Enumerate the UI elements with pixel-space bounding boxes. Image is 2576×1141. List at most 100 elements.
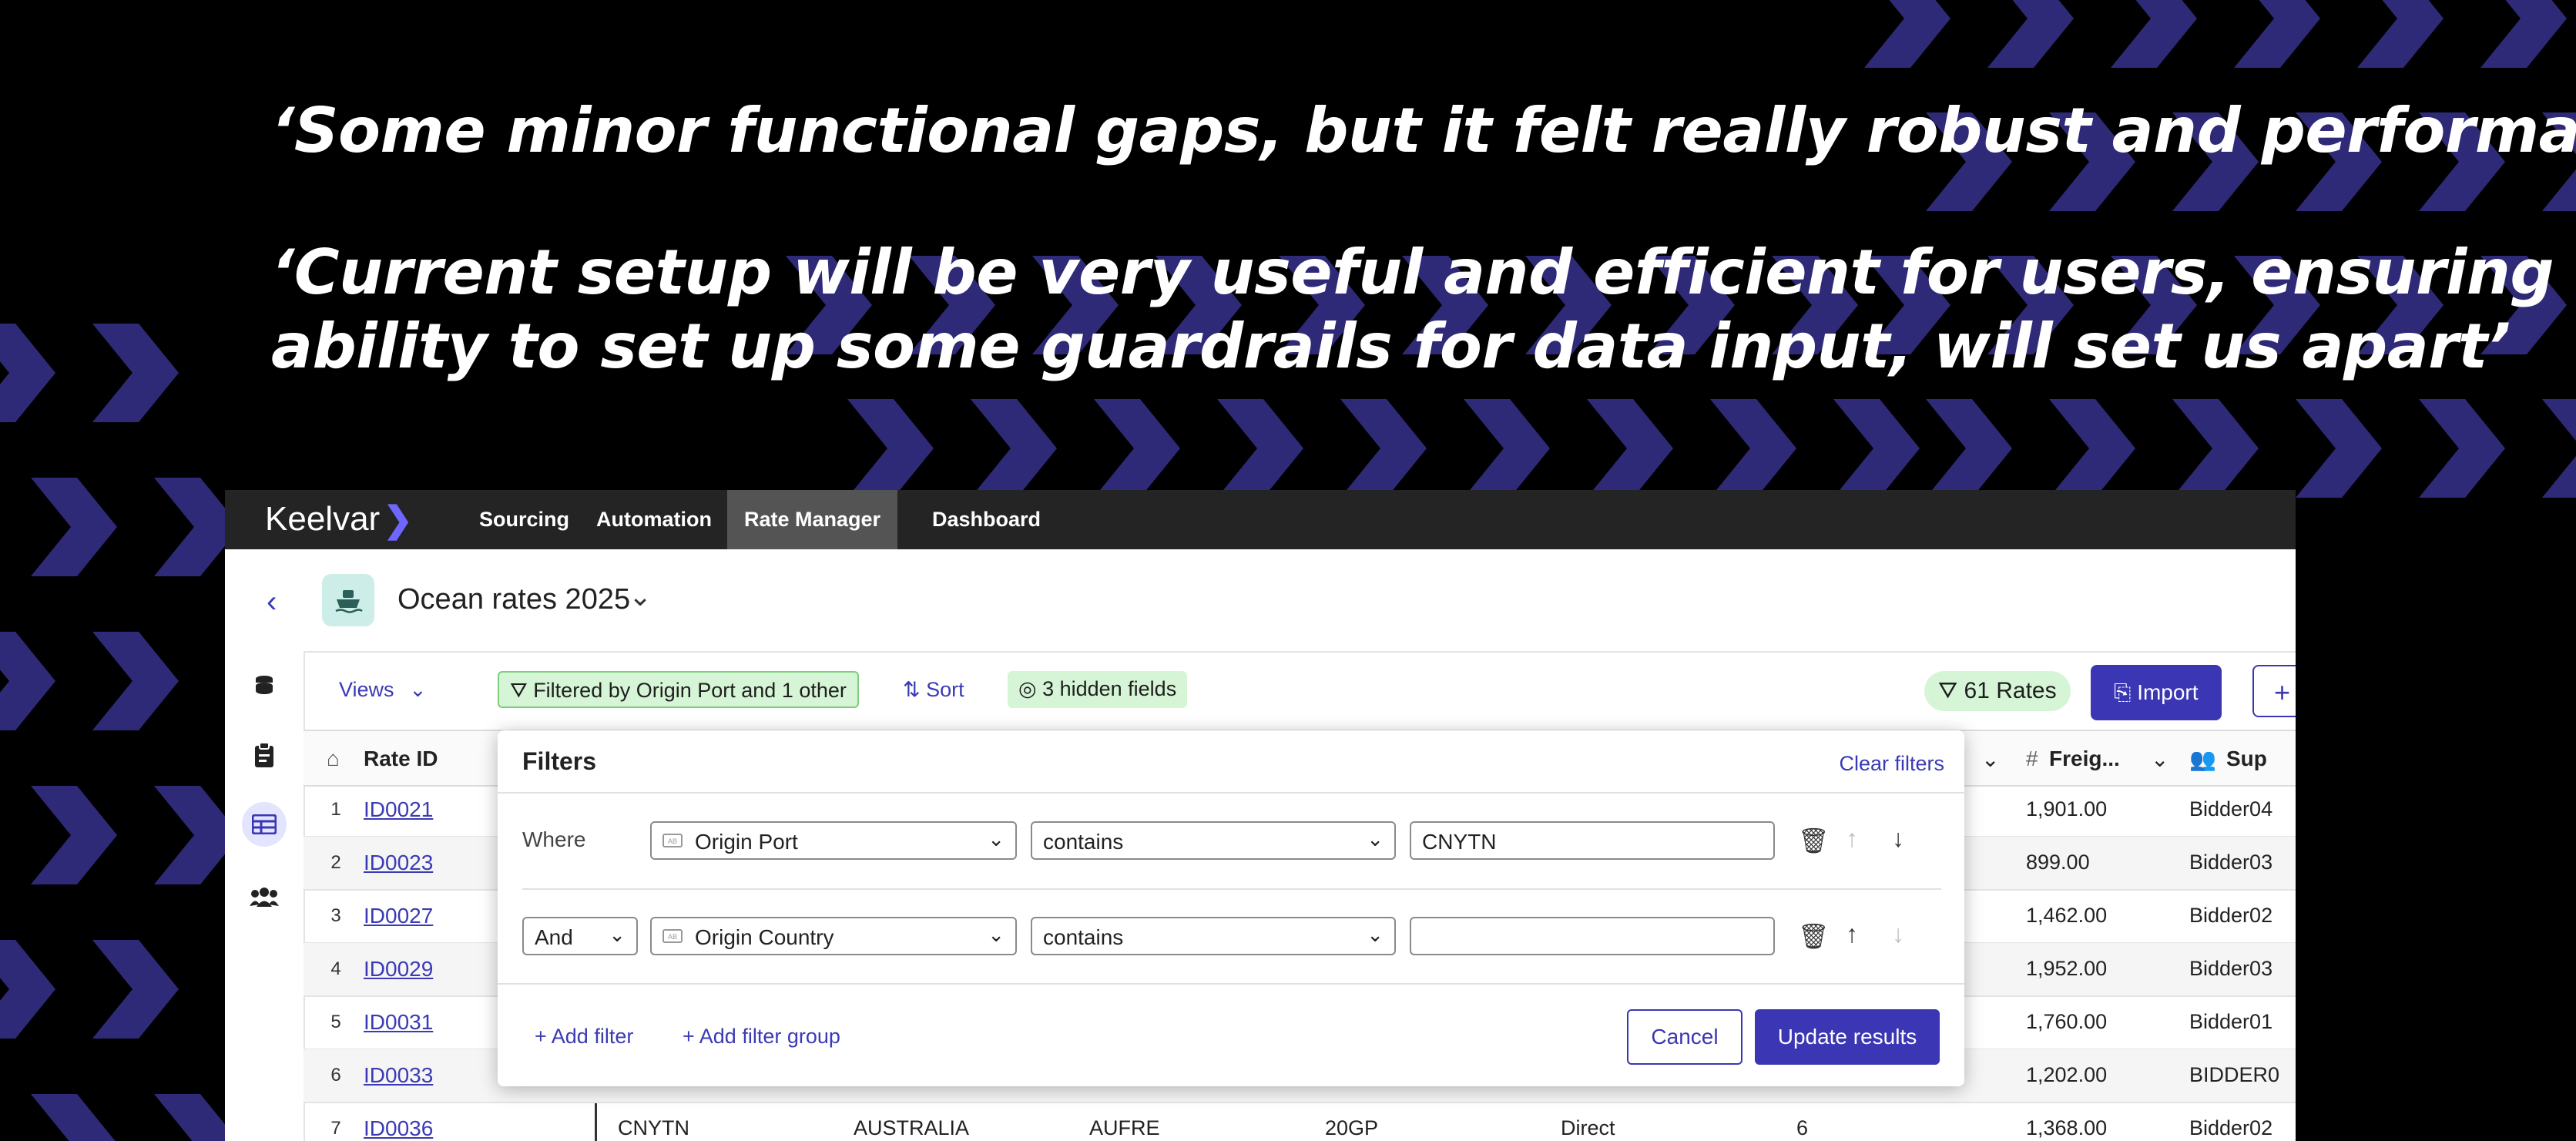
keelvar-logo[interactable]: Keelvar ❯ xyxy=(265,499,413,539)
add-filter-group-link[interactable]: + Add filter group xyxy=(683,1025,840,1049)
chevron-shape xyxy=(2296,399,2382,498)
row-number: 3 xyxy=(330,905,341,926)
rate-id-link[interactable]: ID0033 xyxy=(364,1063,433,1088)
cell-freight: 1,760.00 xyxy=(2026,1010,2108,1033)
operator-select-1[interactable]: contains ⌄ xyxy=(1031,821,1396,860)
arrow-up-icon[interactable]: ↑ xyxy=(1846,920,1858,948)
rate-id-link[interactable]: ID0036 xyxy=(364,1116,433,1141)
filter-chip[interactable]: ⛛ Filtered by Origin Port and 1 other xyxy=(498,671,859,708)
quote-2: ‘Current setup will be very useful and e… xyxy=(271,236,2576,384)
value-input-2[interactable] xyxy=(1410,917,1775,955)
arrow-down-icon[interactable]: ↓ xyxy=(1892,824,1904,853)
back-arrow-icon[interactable]: ‹ xyxy=(267,585,277,619)
chevron-shape xyxy=(0,940,55,1039)
hidden-fields-chip[interactable]: ◎ 3 hidden fields xyxy=(1008,671,1188,708)
col-supplier[interactable]: Sup xyxy=(2226,747,2267,771)
chevron-down-icon[interactable]: ⌄ xyxy=(629,580,652,612)
value-input-1[interactable]: CNYTN xyxy=(1410,821,1775,860)
where-label: Where xyxy=(522,827,586,851)
filter-icon: ⛛ xyxy=(1938,678,1964,703)
sort-button[interactable]: ⇅ Sort xyxy=(903,671,964,708)
nav-rate-manager[interactable]: Rate Manager xyxy=(727,490,898,549)
row-number: 4 xyxy=(330,958,341,979)
chevron-shape xyxy=(2111,0,2197,68)
chevron-shape xyxy=(92,324,179,422)
chevron-shape xyxy=(1464,399,1550,498)
rate-id-link[interactable]: ID0031 xyxy=(364,1010,433,1035)
hidden-fields-label: 3 hidden fields xyxy=(1042,677,1177,700)
chevron-down-icon[interactable]: ⌄ xyxy=(2151,747,2168,772)
text-field-icon: AB xyxy=(662,834,683,847)
logo-text: Keelvar xyxy=(265,500,381,538)
cancel-button[interactable]: Cancel xyxy=(1627,1009,1742,1065)
cell-origin-port: CNYTN xyxy=(618,1116,689,1139)
chevron-down-icon[interactable]: ⌄ xyxy=(1981,747,1999,772)
chevron-shape xyxy=(1833,399,1920,498)
nav-dashboard[interactable]: Dashboard xyxy=(915,490,1058,549)
rate-id-link[interactable]: ID0027 xyxy=(364,904,433,928)
divider xyxy=(522,888,1941,890)
operator-select-2[interactable]: contains ⌄ xyxy=(1031,917,1396,955)
page-title: Ocean rates 2025 xyxy=(397,583,631,616)
rate-id-link[interactable]: ID0021 xyxy=(364,797,433,822)
update-results-button[interactable]: Update results xyxy=(1755,1009,1940,1065)
cell-supplier: Bidder02 xyxy=(2189,904,2273,927)
cell-supplier: BIDDER0 xyxy=(2189,1063,2280,1086)
chevron-down-icon: ⌄ xyxy=(409,678,427,701)
hash-icon: # xyxy=(2026,747,2038,770)
field-select-origin-country[interactable]: AB Origin Country ⌄ xyxy=(650,917,1017,955)
chevron-shape xyxy=(1864,0,1950,68)
col-rate-id[interactable]: Rate ID xyxy=(364,747,438,771)
filters-popover: Filters Clear filters Where AB Origin Po… xyxy=(498,730,1964,1086)
table-icon[interactable] xyxy=(242,802,287,847)
cell-freight: 1,202.00 xyxy=(2026,1063,2108,1086)
divider xyxy=(498,792,1964,794)
users-icon: 👥 xyxy=(2189,747,2216,771)
chevron-down-icon: ⌄ xyxy=(1367,827,1384,851)
conjunction-select[interactable]: And ⌄ xyxy=(522,917,638,955)
col-freight[interactable]: Freig... xyxy=(2049,747,2120,771)
cell-supplier: Bidder03 xyxy=(2189,851,2273,874)
cell-freight: 1,952.00 xyxy=(2026,957,2108,980)
filter-chip-label: Filtered by Origin Port and 1 other xyxy=(533,679,847,702)
cell-destination: AUFRE xyxy=(1089,1116,1160,1139)
import-icon: ⎘ xyxy=(2114,680,2138,704)
chevron-down-icon: ⌄ xyxy=(988,827,1005,851)
rate-id-link[interactable]: ID0029 xyxy=(364,957,433,982)
cell-freight: 1,368.00 xyxy=(2026,1116,2108,1139)
trash-icon[interactable]: 🗑 xyxy=(1798,826,1830,855)
add-button[interactable]: + xyxy=(2252,665,2296,717)
quote-2-line-1: ‘Current setup will be very useful and e… xyxy=(271,237,2576,308)
import-button[interactable]: ⎘ Import xyxy=(2091,665,2222,720)
users-icon[interactable] xyxy=(247,879,282,914)
table-row[interactable]: 7 ID0036 CNYTN AUSTRALIA AUFRE 20GP Direct 6 1,3… xyxy=(304,1102,2296,1141)
chevron-shape xyxy=(2480,0,2567,68)
chevron-shape xyxy=(31,1094,117,1141)
chevron-shape xyxy=(847,399,934,498)
cell-supplier: Bidder04 xyxy=(2189,797,2273,821)
clear-filters-link[interactable]: Clear filters xyxy=(1839,752,1944,776)
field-select-origin-port[interactable]: AB Origin Port ⌄ xyxy=(650,821,1017,860)
nav-sourcing[interactable]: Sourcing xyxy=(462,490,586,549)
rate-id-link[interactable]: ID0023 xyxy=(364,851,433,875)
add-filter-link[interactable]: + Add filter xyxy=(535,1025,633,1049)
nav-automation[interactable]: Automation xyxy=(579,490,729,549)
views-label: Views xyxy=(339,678,394,701)
chevron-right-icon: ❯ xyxy=(383,499,413,539)
row-number: 2 xyxy=(330,852,341,873)
arrow-up-icon: ↑ xyxy=(1846,824,1858,852)
clipboard-icon[interactable] xyxy=(247,737,282,773)
operator-value: contains xyxy=(1043,925,1124,949)
chevron-shape xyxy=(2357,0,2444,68)
cell-supplier: Bidder03 xyxy=(2189,957,2273,980)
chevron-shape xyxy=(2234,0,2320,68)
chevron-shape xyxy=(2049,399,2135,498)
row-number: 6 xyxy=(330,1065,341,1086)
chevron-shape xyxy=(1340,399,1427,498)
chevron-shape xyxy=(1217,399,1303,498)
coins-icon[interactable] xyxy=(247,668,282,703)
views-button[interactable]: Views ⌄ xyxy=(339,671,427,708)
trash-icon[interactable]: 🗑 xyxy=(1798,921,1830,951)
chevron-shape xyxy=(971,399,1057,498)
sort-icon: ⇅ xyxy=(903,678,927,701)
